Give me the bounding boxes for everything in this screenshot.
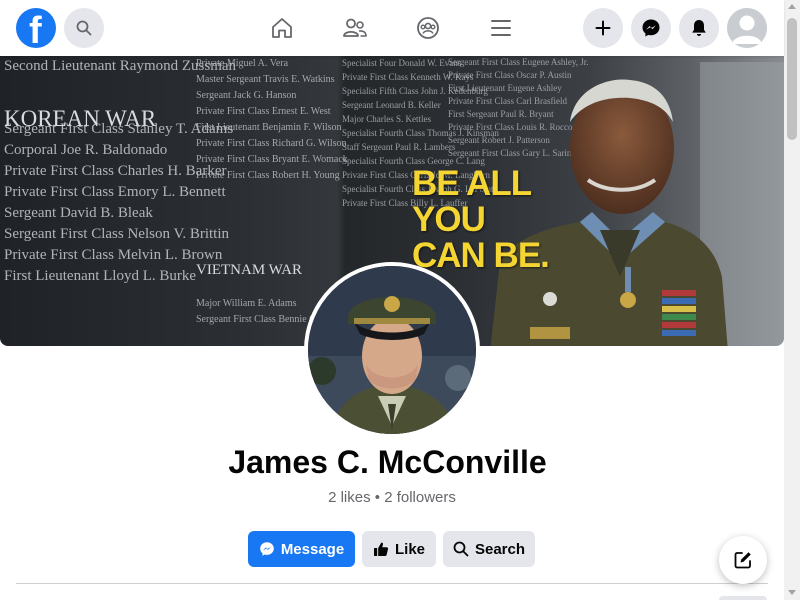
memorial-names-mid: Private Miguel A. Vera Master Sergeant T…	[196, 58, 348, 181]
search-icon	[76, 20, 92, 36]
section-divider	[16, 583, 768, 584]
page-title: James C. McConville	[228, 444, 547, 480]
profile-page: f Second Lieutenant Raymond Zussman Serg…	[0, 0, 800, 600]
menu-tab[interactable]	[485, 12, 517, 44]
groups-icon	[417, 17, 439, 39]
messenger-icon	[642, 19, 660, 37]
message-button[interactable]: Message	[248, 531, 355, 567]
scroll-down-arrow[interactable]	[788, 590, 796, 595]
bell-icon	[692, 20, 706, 36]
search-button-label: Search	[474, 540, 526, 558]
friends-tab[interactable]	[339, 12, 371, 44]
home-icon	[272, 18, 292, 38]
plus-icon	[595, 20, 611, 36]
page-search-button[interactable]: Search	[443, 531, 535, 567]
thumbs-up-icon	[373, 542, 389, 556]
compose-icon	[734, 552, 751, 569]
groups-tab[interactable]	[412, 12, 444, 44]
slogan-line-1: BE ALL	[412, 164, 532, 203]
messenger-button[interactable]	[631, 8, 671, 48]
general-portrait	[308, 266, 476, 434]
search-button[interactable]	[64, 8, 104, 48]
account-avatar[interactable]	[727, 8, 767, 48]
home-tab[interactable]	[266, 12, 298, 44]
top-navigation-bar: f	[0, 0, 784, 56]
korean-war-heading: KOREAN WAR	[4, 106, 157, 131]
army-slogan: BE ALL YOU CAN BE.	[412, 164, 550, 275]
scroll-up-arrow[interactable]	[788, 4, 796, 9]
scroll-thumb[interactable]	[787, 18, 797, 140]
create-button[interactable]	[583, 8, 623, 48]
slogan-line-2: YOU	[412, 200, 486, 239]
facebook-logo-letter: f	[29, 10, 42, 48]
menu-icon	[491, 20, 511, 36]
likes-followers-count[interactable]: 2 likes • 2 followers	[0, 489, 784, 506]
friends-icon	[343, 18, 367, 37]
like-button-label: Like	[394, 540, 425, 558]
search-icon	[453, 541, 469, 557]
default-avatar-icon	[727, 8, 767, 48]
messenger-icon	[260, 542, 274, 556]
message-button-label: Message	[280, 540, 345, 558]
notifications-button[interactable]	[679, 8, 719, 48]
like-button[interactable]: Like	[362, 531, 436, 567]
profile-photo	[308, 266, 476, 434]
slogan-line-3: CAN BE.	[412, 236, 550, 275]
vietnam-war-heading: VIETNAM WAR	[196, 262, 302, 278]
facebook-logo[interactable]: f	[16, 8, 56, 48]
new-message-button[interactable]	[719, 536, 767, 584]
page-scrollbar[interactable]	[784, 0, 800, 600]
profile-picture[interactable]	[304, 262, 480, 438]
bottom-control	[719, 596, 767, 600]
